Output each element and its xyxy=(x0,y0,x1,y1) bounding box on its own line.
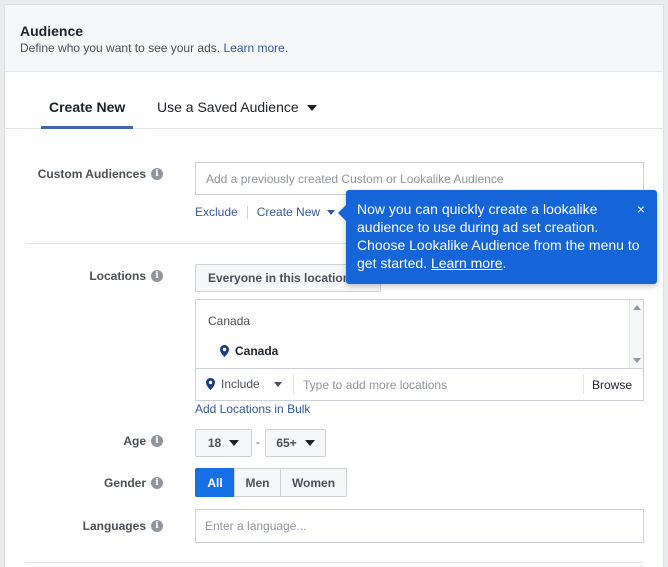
include-dropdown[interactable]: Include xyxy=(206,377,282,391)
location-group-title: Canada xyxy=(208,314,251,328)
chevron-down-icon xyxy=(304,440,315,446)
age-max-dropdown[interactable]: 65+ xyxy=(265,429,326,457)
scroll-down-icon[interactable] xyxy=(633,358,641,363)
language-input[interactable]: Enter a language... xyxy=(195,509,644,543)
tab-saved-label: Use a Saved Audience xyxy=(157,99,299,115)
locations-label-text: Locations xyxy=(89,269,146,283)
locations-box: Canada Canada Include Type to add more l… xyxy=(195,299,644,401)
custom-audience-actions: Exclude Create New xyxy=(195,205,336,219)
languages-label-text: Languages xyxy=(82,519,146,533)
languages-label: Languages i xyxy=(83,519,163,533)
custom-audience-placeholder: Add a previously created Custom or Looka… xyxy=(206,171,504,186)
locations-box-divider xyxy=(196,368,643,369)
audience-tabs: Create New Use a Saved Audience xyxy=(5,72,663,129)
audience-subtitle: Define who you want to see your ads. Lea… xyxy=(20,41,288,55)
info-icon[interactable]: i xyxy=(151,270,163,282)
chevron-down-icon xyxy=(273,381,282,387)
info-icon[interactable]: i xyxy=(151,477,163,489)
gender-men-button[interactable]: Men xyxy=(234,468,281,497)
create-new-dropdown[interactable]: Create New xyxy=(257,205,336,219)
age-label-text: Age xyxy=(123,434,146,448)
age-max-value: 65+ xyxy=(276,436,297,450)
location-item-label: Canada xyxy=(235,344,279,358)
chevron-down-icon xyxy=(306,105,317,112)
learn-more-link[interactable]: Learn more. xyxy=(223,41,288,55)
exclude-link[interactable]: Exclude xyxy=(195,205,238,219)
custom-audiences-label: Custom Audiences i xyxy=(38,167,163,181)
info-icon[interactable]: i xyxy=(151,520,163,532)
gender-label-text: Gender xyxy=(103,476,146,490)
browse-button[interactable]: Browse xyxy=(592,378,632,392)
location-item[interactable]: Canada xyxy=(220,344,278,358)
age-min-value: 18 xyxy=(207,436,222,450)
close-icon[interactable]: × xyxy=(637,200,645,218)
age-label: Age i xyxy=(123,434,163,448)
chevron-down-icon xyxy=(327,210,336,216)
gender-label: Gender i xyxy=(104,476,163,490)
tab-create-new[interactable]: Create New xyxy=(40,72,134,129)
gender-all-button[interactable]: All xyxy=(195,468,235,497)
actions-divider xyxy=(246,205,248,219)
add-locations-input[interactable]: Type to add more locations xyxy=(303,378,447,392)
section-divider xyxy=(25,562,643,563)
info-icon[interactable]: i xyxy=(151,435,163,447)
browse-divider xyxy=(583,374,584,394)
tooltip-learn-more-link[interactable]: Learn more xyxy=(431,255,503,271)
info-icon[interactable]: i xyxy=(151,168,163,180)
create-new-label: Create New xyxy=(256,205,321,219)
age-min-dropdown[interactable]: 18 xyxy=(195,429,252,457)
locations-label: Locations i xyxy=(89,269,163,283)
tooltip-period: . xyxy=(502,255,507,271)
include-divider xyxy=(293,374,294,394)
location-pin-icon xyxy=(220,345,229,357)
lookalike-tooltip: Now you can quickly create a lookalike a… xyxy=(338,190,657,284)
audience-subtitle-text: Define who you want to see your ads. xyxy=(20,41,221,55)
include-label: Include xyxy=(221,377,260,391)
chevron-down-icon xyxy=(229,440,240,446)
locations-scrollbar[interactable] xyxy=(629,300,643,368)
add-locations-bulk-link[interactable]: Add Locations in Bulk xyxy=(195,402,310,416)
language-placeholder: Enter a language... xyxy=(205,519,307,533)
tab-use-saved-audience[interactable]: Use a Saved Audience xyxy=(157,72,317,129)
audience-header: Audience Define who you want to see your… xyxy=(5,5,663,72)
location-pin-icon xyxy=(206,378,215,390)
custom-audiences-label-text: Custom Audiences xyxy=(37,167,146,181)
age-separator: - xyxy=(256,435,260,449)
audience-title: Audience xyxy=(20,23,84,39)
audience-panel: Audience Define who you want to see your… xyxy=(4,4,664,567)
gender-women-button[interactable]: Women xyxy=(280,468,347,497)
location-type-label: Everyone in this location xyxy=(208,271,351,285)
scroll-up-icon[interactable] xyxy=(633,305,641,310)
